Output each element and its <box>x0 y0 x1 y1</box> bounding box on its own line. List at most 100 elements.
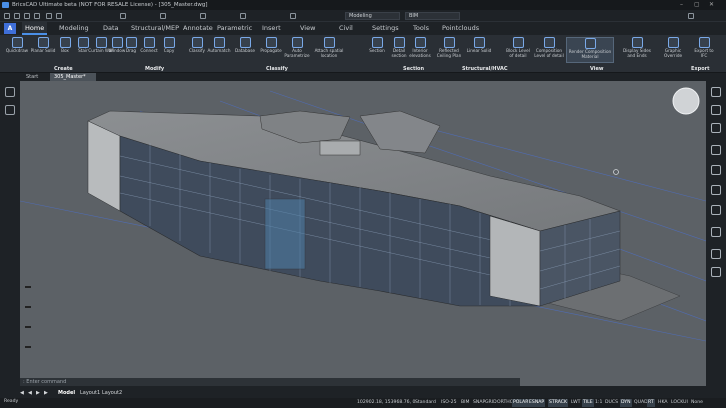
color-icon[interactable] <box>200 13 206 19</box>
building-model <box>20 87 706 342</box>
properties-icon[interactable] <box>120 13 126 19</box>
undo-icon[interactable] <box>46 13 52 19</box>
attach-spatial-location-button[interactable]: Attach spatial location <box>314 37 344 63</box>
workspace-select[interactable]: Modeling <box>345 12 400 20</box>
layout-last-icon[interactable]: ▶ <box>44 389 48 398</box>
stack-icon[interactable] <box>711 205 721 215</box>
copy-button[interactable]: Copy <box>156 37 182 63</box>
tab-data[interactable]: Data <box>100 22 122 35</box>
lineweight-icon[interactable] <box>290 13 296 19</box>
home-icon[interactable] <box>5 87 15 97</box>
quickdraw-button[interactable]: Quickdraw <box>4 37 30 63</box>
view-cube-icon[interactable] <box>672 87 700 115</box>
layout-first-icon[interactable]: ◀ <box>20 389 24 398</box>
tab-annotate[interactable]: Annotate <box>180 22 216 35</box>
linear-solid-icon <box>473 37 485 48</box>
propagate-button[interactable]: Propagate <box>258 37 284 63</box>
new-file-icon[interactable] <box>4 13 10 19</box>
reflected-ceiling-plan-button[interactable]: Reflected Ceiling Plan <box>434 37 464 63</box>
camera-icon[interactable] <box>711 267 721 277</box>
open-file-icon[interactable] <box>14 13 20 19</box>
structure-panel-icon[interactable] <box>711 165 721 175</box>
auto-parametrize-button[interactable]: Auto Parametrize <box>284 37 310 63</box>
composition-level-of-detail-icon <box>543 37 555 48</box>
tab-insert[interactable]: Insert <box>259 22 284 35</box>
tab-layout1[interactable]: Layout1 <box>80 389 100 398</box>
layout-next-icon[interactable]: ▶ <box>36 389 40 398</box>
box-icon <box>59 37 71 48</box>
toggle-lockui[interactable]: LOCKUI <box>670 399 689 407</box>
toggle-lwt[interactable]: LWT <box>570 399 582 407</box>
pin-icon[interactable] <box>711 249 721 259</box>
cube-icon[interactable] <box>711 227 721 237</box>
trophy-icon[interactable] <box>711 123 721 133</box>
display-sides-and-ends-button[interactable]: Display Sides and Ends <box>622 37 652 63</box>
export-to-ifc-button[interactable]: Export to IFC <box>692 37 716 63</box>
layer-select[interactable]: BIM <box>405 12 460 20</box>
maximize-icon[interactable]: ▢ <box>694 0 700 10</box>
database-button[interactable]: Database <box>232 37 258 63</box>
lightbulb-icon[interactable] <box>711 87 721 97</box>
interior-elevations-icon <box>414 37 426 48</box>
block-level-of-detail-button[interactable]: Block Level of detail <box>504 37 532 63</box>
render-composition-material-button[interactable]: Render Composition Material <box>566 37 614 63</box>
toggle-esnap[interactable]: ESNAP <box>528 399 546 407</box>
doc-tab-305-master[interactable]: 305_Master* <box>50 73 96 81</box>
render-composition-material-icon <box>584 38 596 49</box>
minimize-icon[interactable]: – <box>680 0 683 10</box>
status-ready: Ready <box>4 399 19 404</box>
toggle-tile[interactable]: TILE <box>582 399 594 407</box>
tab-parametric[interactable]: Parametric <box>214 22 255 35</box>
layers-icon[interactable] <box>711 105 721 115</box>
automatch-button[interactable]: Automatch <box>206 37 232 63</box>
section-icon <box>371 37 383 48</box>
toggle-hka[interactable]: HKA <box>657 399 669 407</box>
graphic-override-button[interactable]: Graphic Override <box>660 37 686 63</box>
toggle-rt[interactable]: RT <box>647 399 655 407</box>
toggle-ducs[interactable]: DUCS <box>604 399 619 407</box>
print-icon[interactable] <box>34 13 40 19</box>
tab-layout2[interactable]: Layout2 <box>102 389 122 398</box>
automatch-icon <box>213 37 225 48</box>
ucs-origin-icon <box>613 169 619 175</box>
tab-settings[interactable]: Settings <box>369 22 402 35</box>
attach-spatial-location-icon <box>323 37 335 48</box>
close-icon[interactable]: ✕ <box>709 0 714 10</box>
grid-marker-icon <box>25 346 31 348</box>
tab-model[interactable]: Model <box>58 389 75 398</box>
toggle-dyn[interactable]: DYN <box>620 399 632 407</box>
toggle-polar[interactable]: POLAR <box>512 399 530 407</box>
interior-elevations-button[interactable]: Interior elevations <box>406 37 434 63</box>
annotation-scale-select[interactable]: None <box>690 399 704 407</box>
model-viewport[interactable] <box>20 81 706 386</box>
tab-home[interactable]: Home <box>22 22 48 35</box>
linetype-icon[interactable] <box>240 13 246 19</box>
layout-prev-icon[interactable]: ◀ <box>28 389 32 398</box>
layer-icon[interactable] <box>160 13 166 19</box>
help-icon[interactable] <box>688 13 694 19</box>
tab-tools[interactable]: Tools <box>410 22 432 35</box>
text-style-select[interactable]: Standard <box>414 399 437 407</box>
properties-panel-icon[interactable] <box>711 145 721 155</box>
linear-solid-button[interactable]: Linear Solid <box>466 37 492 63</box>
tab-civil[interactable]: Civil <box>336 22 356 35</box>
layers-panel-icon[interactable] <box>5 105 15 115</box>
tab-pointclouds[interactable]: Pointclouds <box>439 22 482 35</box>
tab-view[interactable]: View <box>297 22 318 35</box>
toggle-strack[interactable]: STRACK <box>548 399 569 407</box>
application-menu-button[interactable]: A <box>4 23 16 34</box>
propagate-icon <box>265 37 277 48</box>
command-line[interactable]: : Enter command <box>20 378 520 386</box>
workspace-status[interactable]: BIM <box>460 399 470 407</box>
composition-level-of-detail-button[interactable]: Composition Level of detail <box>533 37 565 63</box>
tab-modeling[interactable]: Modeling <box>56 22 92 35</box>
toggle-scale[interactable]: 1:1 <box>594 399 603 407</box>
redo-icon[interactable] <box>56 13 62 19</box>
library-icon[interactable] <box>711 185 721 195</box>
doc-tab-start[interactable]: Start <box>22 73 42 81</box>
export-group-label: Export <box>691 66 710 72</box>
command-input[interactable]: Enter command <box>26 379 66 385</box>
tab-structural-mep[interactable]: Structural/MEP <box>128 22 182 35</box>
save-icon[interactable] <box>24 13 30 19</box>
dim-style-select[interactable]: ISO-25 <box>440 399 458 407</box>
